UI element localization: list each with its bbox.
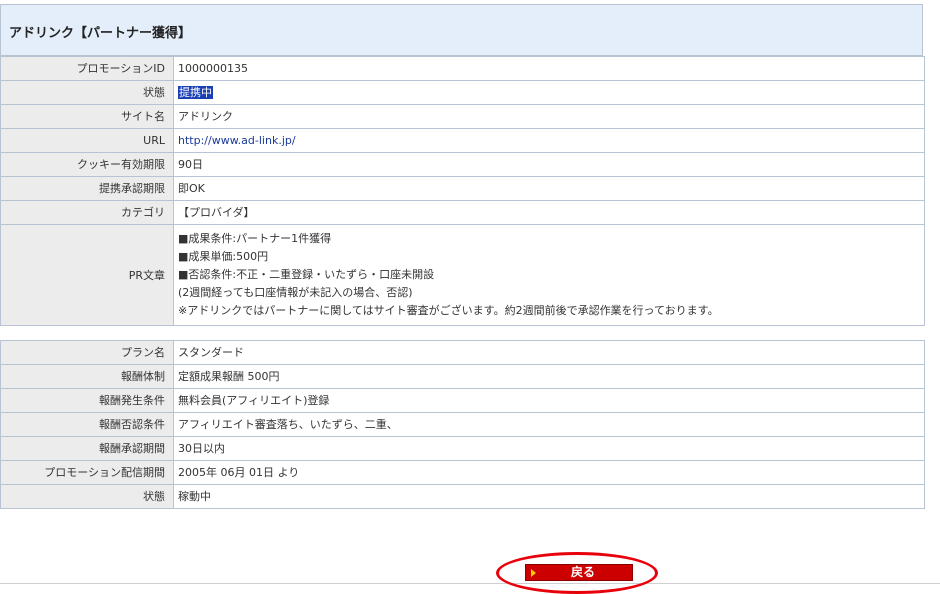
reward-rejection-value: アフィリエイト審査落ち、いたずら、二重、: [173, 412, 925, 437]
cookie-expiry-label: クッキー有効期限: [0, 152, 174, 177]
pr-line: ■成果単価:500円: [178, 250, 269, 263]
pr-text-label: PR文章: [0, 224, 174, 326]
table-row: 状態 提携中: [0, 80, 925, 105]
table-row: URL http://www.ad-link.jp/: [0, 128, 925, 153]
category-label: カテゴリ: [0, 200, 174, 225]
approval-deadline-value: 即OK: [173, 176, 925, 201]
table-row: プロモーション配信期間 2005年 06月 01日 より: [0, 460, 925, 485]
plan-name-value: スタンダード: [173, 340, 925, 365]
cookie-expiry-value: 90日: [173, 152, 925, 177]
reward-rejection-label: 報酬否認条件: [0, 412, 174, 437]
table-row: カテゴリ 【プロバイダ】: [0, 200, 925, 225]
table-row: 提携承認期限 即OK: [0, 176, 925, 201]
reward-approval-period-value: 30日以内: [173, 436, 925, 461]
promotion-id-label: プロモーションID: [0, 56, 174, 81]
promotion-id-value: 1000000135: [173, 56, 925, 81]
table-row: 報酬否認条件 アフィリエイト審査落ち、いたずら、二重、: [0, 412, 925, 437]
table-row: 報酬承認期間 30日以内: [0, 436, 925, 461]
table-row: 報酬体制 定額成果報酬 500円: [0, 364, 925, 389]
table-row: プラン名 スタンダード: [0, 340, 925, 365]
divider: [0, 583, 940, 584]
plan-status-value: 稼動中: [173, 484, 925, 509]
table-row: PR文章 ■成果条件:パートナー1件獲得 ■成果単価:500円 ■否認条件:不正…: [0, 224, 925, 326]
reward-approval-period-label: 報酬承認期間: [0, 436, 174, 461]
table-row: 状態 稼動中: [0, 484, 925, 509]
category-value: 【プロバイダ】: [173, 200, 925, 225]
site-name-value: アドリンク: [173, 104, 925, 129]
pr-text-value: ■成果条件:パートナー1件獲得 ■成果単価:500円 ■否認条件:不正・二重登録…: [173, 224, 925, 326]
table-row: サイト名 アドリンク: [0, 104, 925, 129]
pr-line: ※アドリンクではパートナーに関してはサイト審査がございます。約2週間前後で承認作…: [178, 304, 719, 317]
url-label: URL: [0, 128, 174, 153]
status-badge: 提携中: [178, 86, 213, 99]
reward-system-label: 報酬体制: [0, 364, 174, 389]
pr-line: ■成果条件:パートナー1件獲得: [178, 232, 332, 245]
table-row: 報酬発生条件 無料会員(アフィリエイト)登録: [0, 388, 925, 413]
approval-deadline-label: 提携承認期限: [0, 176, 174, 201]
table-row: クッキー有効期限 90日: [0, 152, 925, 177]
pr-line: (2週間経っても口座情報が未記入の場合、否認): [178, 286, 413, 299]
plan-status-label: 状態: [0, 484, 174, 509]
site-name-label: サイト名: [0, 104, 174, 129]
promotion-info-table: プロモーションID 1000000135 状態 提携中 サイト名 アドリンク U…: [0, 56, 925, 326]
promotion-header: アドリンク【パートナー獲得】: [0, 4, 923, 56]
table-row: プロモーションID 1000000135: [0, 56, 925, 81]
status-label: 状態: [0, 80, 174, 105]
pr-line: ■否認条件:不正・二重登録・いたずら・口座未開設: [178, 268, 435, 281]
site-url-link[interactable]: http://www.ad-link.jp/: [178, 134, 296, 147]
plan-info-table: プラン名 スタンダード 報酬体制 定額成果報酬 500円 報酬発生条件 無料会員…: [0, 340, 925, 509]
plan-name-label: プラン名: [0, 340, 174, 365]
delivery-period-label: プロモーション配信期間: [0, 460, 174, 485]
reward-condition-value: 無料会員(アフィリエイト)登録: [173, 388, 925, 413]
delivery-period-value: 2005年 06月 01日 より: [173, 460, 925, 485]
reward-condition-label: 報酬発生条件: [0, 388, 174, 413]
highlight-annotation-ellipse: [496, 552, 658, 594]
page-title: アドリンク【パートナー獲得】: [9, 26, 192, 41]
reward-system-value: 定額成果報酬 500円: [173, 364, 925, 389]
